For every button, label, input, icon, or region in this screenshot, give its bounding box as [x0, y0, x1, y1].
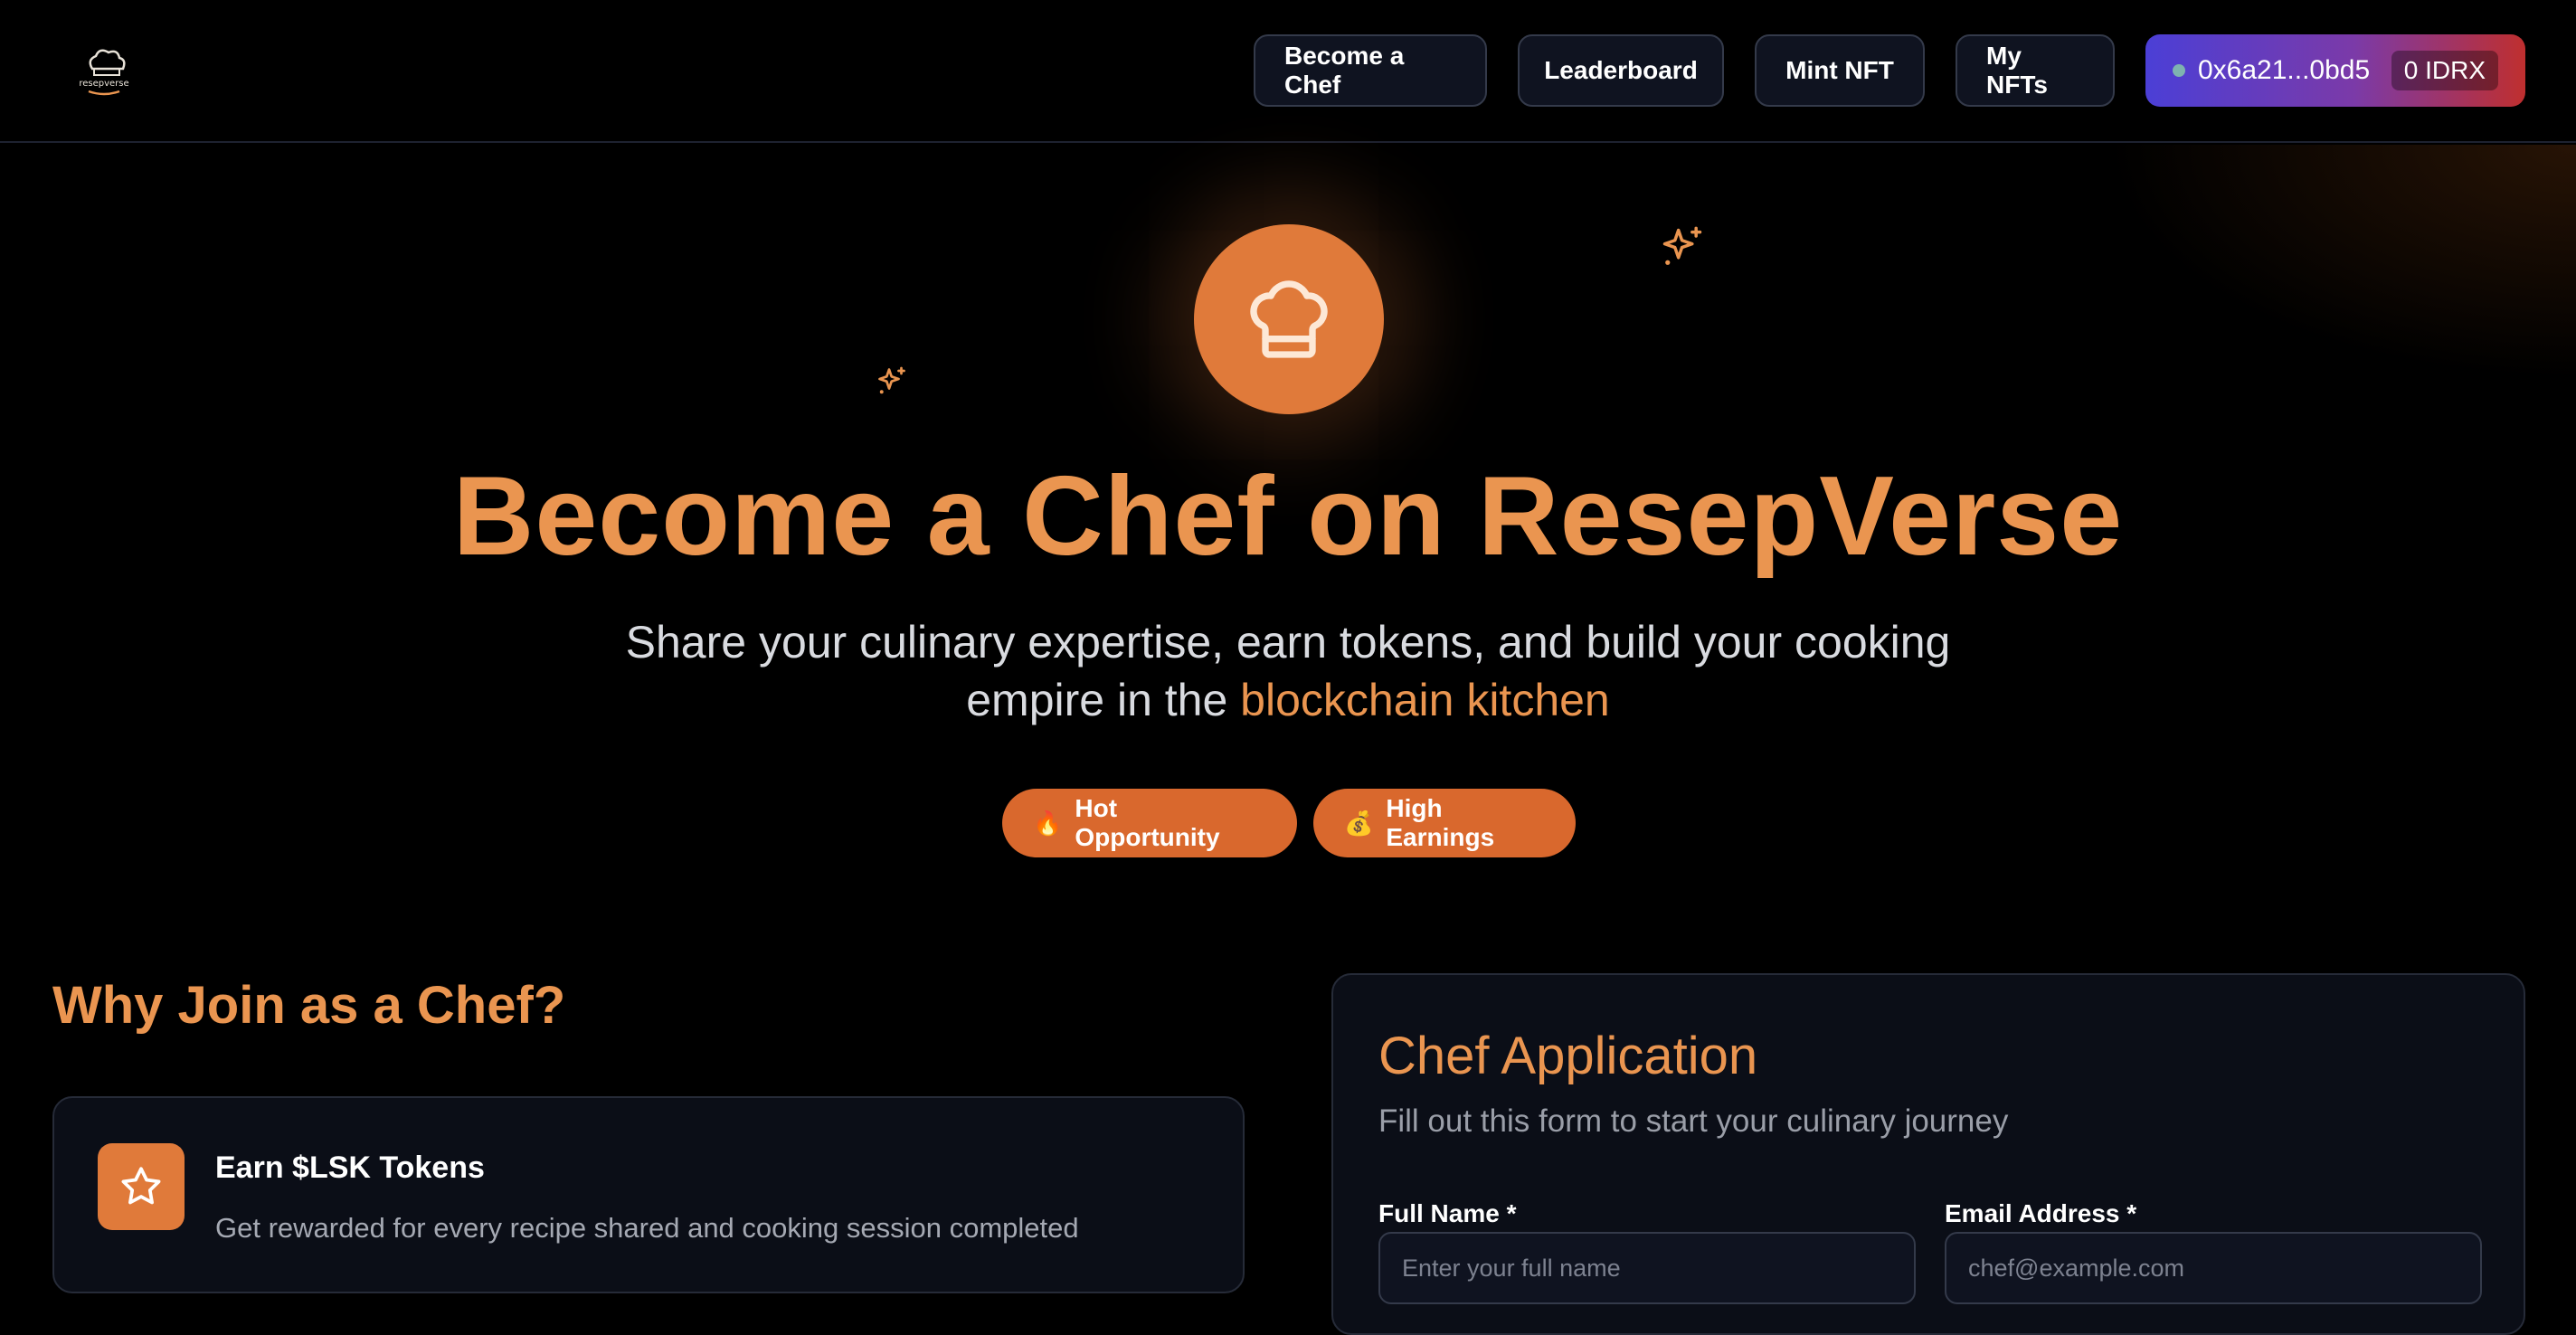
pill-label: High Earnings [1386, 794, 1495, 851]
wallet-status-dot [2173, 64, 2185, 77]
nav-become-chef-button[interactable]: Become a Chef [1254, 34, 1487, 107]
email-input[interactable] [1945, 1232, 2482, 1304]
wallet-button[interactable]: 0x6a21...0bd5 0 IDRX [2145, 34, 2525, 107]
hero-chef-hat-badge [1194, 224, 1384, 414]
application-title: Chef Application [1378, 1027, 1758, 1085]
hot-opportunity-pill: 🔥 Hot Opportunity [1002, 789, 1297, 857]
star-icon [121, 1167, 161, 1205]
hero-subtitle: Share your culinary expertise, earn toke… [564, 613, 2012, 729]
money-bag-icon: 💰 [1344, 809, 1374, 837]
nav-mint-nft-button[interactable]: Mint NFT [1755, 34, 1925, 107]
top-header: resepverse Become a Chef Leaderboard Min… [0, 0, 2576, 143]
full-name-label: Full Name * [1378, 1199, 1517, 1227]
resepverse-logo[interactable]: resepverse [72, 45, 136, 98]
fire-icon: 🔥 [1033, 809, 1063, 837]
hero-title: Become a Chef on ResepVerse [452, 454, 2124, 579]
full-name-input[interactable] [1378, 1232, 1916, 1304]
corner-glow [2106, 145, 2576, 380]
email-label: Email Address * [1945, 1199, 2137, 1227]
logo-text: resepverse [79, 79, 128, 89]
wallet-address: 0x6a21...0bd5 [2198, 55, 2371, 85]
pill-label: Hot Opportunity [1075, 794, 1220, 851]
why-join-heading: Why Join as a Chef? [52, 976, 566, 1035]
sparkle-icon [1662, 226, 1702, 265]
feature-card-earn-tokens: Earn $LSK Tokens Get rewarded for every … [52, 1096, 1245, 1293]
chef-hat-logo-icon: resepverse [79, 49, 129, 96]
main-nav: Become a Chef Leaderboard Mint NFT My NF… [1254, 34, 2525, 107]
application-subtitle: Fill out this form to start your culinar… [1378, 1103, 2009, 1139]
high-earnings-pill: 💰 High Earnings [1313, 789, 1576, 857]
feature-description: Get rewarded for every recipe shared and… [215, 1212, 1079, 1244]
feature-title: Earn $LSK Tokens [215, 1150, 485, 1185]
nav-leaderboard-button[interactable]: Leaderboard [1518, 34, 1724, 107]
hero-pills: 🔥 Hot Opportunity 💰 High Earnings [1002, 789, 1576, 857]
small-sparkle-icon [878, 366, 905, 394]
chef-application-card: Chef Application Fill out this form to s… [1331, 973, 2525, 1335]
wallet-balance: 0 IDRX [2391, 51, 2498, 90]
hero-subtitle-highlight: blockchain kitchen [1240, 675, 1610, 725]
nav-my-nfts-button[interactable]: My NFTs [1956, 34, 2115, 107]
feature-icon-badge [98, 1143, 185, 1230]
chef-hat-icon [1250, 280, 1328, 358]
